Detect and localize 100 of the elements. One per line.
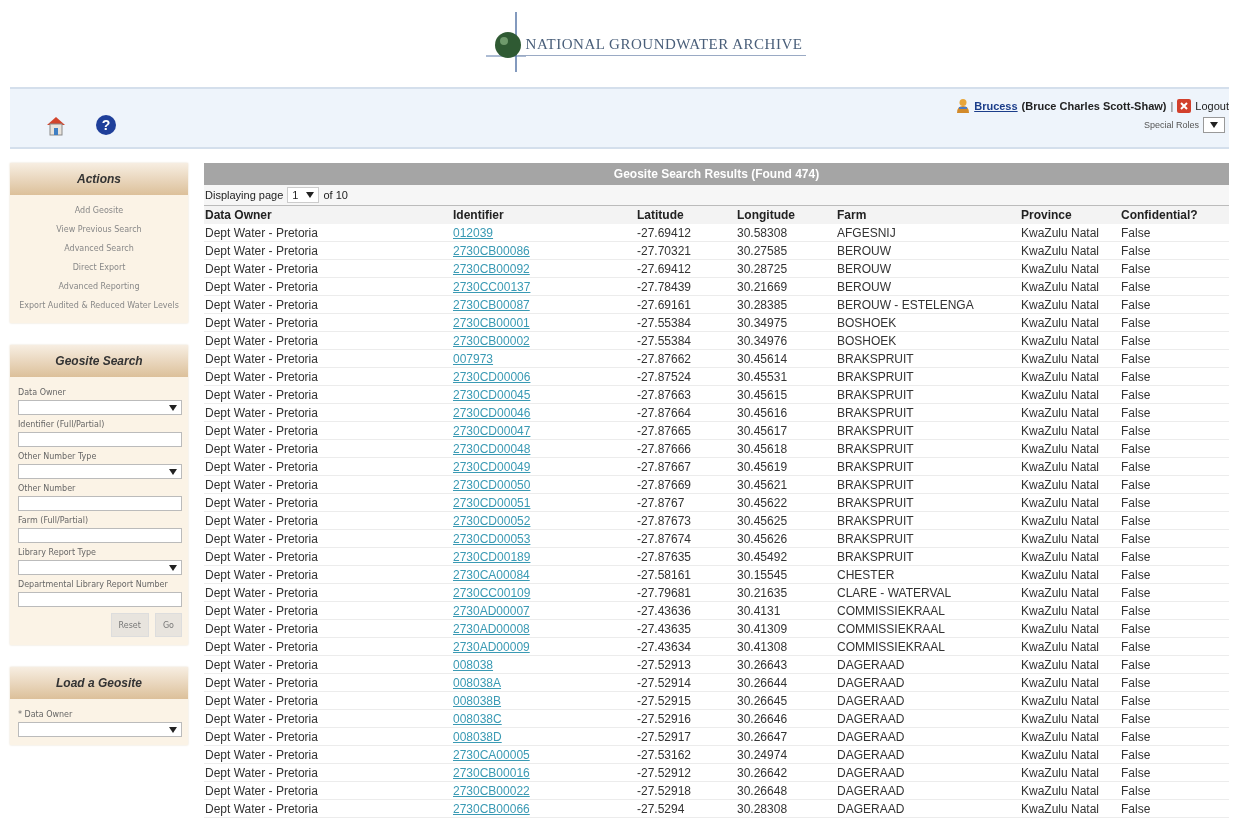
table-cell: 30.26645 bbox=[736, 691, 836, 710]
identifier-link[interactable]: 2730AD00007 bbox=[453, 603, 530, 618]
table-cell: -27.70321 bbox=[636, 241, 736, 260]
close-icon[interactable] bbox=[1177, 98, 1192, 113]
select-field[interactable] bbox=[18, 560, 182, 575]
table-cell: BRAKSPRUIT bbox=[836, 511, 1020, 530]
table-cell: KwaZulu Natal bbox=[1020, 709, 1120, 728]
table-cell: 30.45622 bbox=[736, 493, 836, 512]
identifier-link[interactable]: 2730CA00005 bbox=[453, 747, 530, 762]
identifier-link[interactable]: 2730CD00050 bbox=[453, 477, 531, 492]
sidebar-link[interactable]: Export Audited & Reduced Water Levels bbox=[19, 300, 179, 311]
identifier-link[interactable]: 2730CC00109 bbox=[453, 585, 531, 600]
table-cell: KwaZulu Natal bbox=[1020, 224, 1120, 242]
table-cell: 30.26646 bbox=[736, 709, 836, 728]
identifier-link[interactable]: 008038C bbox=[453, 711, 502, 726]
form-button[interactable]: Go bbox=[154, 613, 182, 637]
identifier-link[interactable]: 2730CD00052 bbox=[453, 513, 531, 528]
identifier-link[interactable]: 2730CB00001 bbox=[453, 315, 530, 330]
table-cell: Dept Water - Pretoria bbox=[204, 367, 452, 386]
identifier-link[interactable]: 2730CD00046 bbox=[453, 405, 531, 420]
user-full-name: (Bruce Charles Scott-Shaw) bbox=[1021, 99, 1167, 112]
table-cell: KwaZulu Natal bbox=[1020, 763, 1120, 782]
table-cell: 30.26648 bbox=[736, 781, 836, 800]
table-cell: 30.34975 bbox=[736, 313, 836, 332]
table-cell: BRAKSPRUIT bbox=[836, 493, 1020, 512]
form-button[interactable]: Reset bbox=[110, 613, 149, 637]
identifier-link[interactable]: 2730CB00022 bbox=[453, 783, 530, 798]
panel-title: Geosite Search bbox=[10, 345, 188, 377]
table-cell: -27.87524 bbox=[636, 367, 736, 386]
table-cell: False bbox=[1120, 601, 1229, 620]
identifier-link[interactable]: 2730AD00008 bbox=[453, 621, 530, 636]
identifier-link[interactable]: 2730AD00009 bbox=[453, 639, 530, 654]
table-cell: BOSHOEK bbox=[836, 313, 1020, 332]
sidebar-link[interactable]: Advanced Reporting bbox=[58, 281, 140, 292]
identifier-link[interactable]: 012039 bbox=[453, 225, 494, 240]
select-field[interactable] bbox=[18, 464, 182, 479]
table-cell: False bbox=[1120, 673, 1229, 692]
select-field[interactable] bbox=[18, 400, 182, 415]
table-cell: Dept Water - Pretoria bbox=[204, 529, 452, 548]
table-cell: False bbox=[1120, 745, 1229, 764]
identifier-link[interactable]: 2730CB00092 bbox=[453, 261, 530, 276]
identifier-link[interactable]: 2730CD00053 bbox=[453, 531, 531, 546]
input-field[interactable] bbox=[18, 496, 182, 511]
identifier-link[interactable]: 008038B bbox=[453, 693, 502, 708]
identifier-link[interactable]: 008038D bbox=[453, 729, 502, 744]
identifier-link[interactable]: 2730CD00189 bbox=[453, 549, 531, 564]
identifier-link[interactable]: 007973 bbox=[453, 351, 494, 366]
field-label: Library Report Type bbox=[18, 547, 97, 558]
identifier-link[interactable]: 2730CB00016 bbox=[453, 765, 530, 780]
table-cell: 30.45617 bbox=[736, 421, 836, 440]
identifier-link[interactable]: 2730CD00049 bbox=[453, 459, 531, 474]
sidebar-link[interactable]: View Previous Search bbox=[56, 224, 142, 235]
table-cell: KwaZulu Natal bbox=[1020, 493, 1120, 512]
table-cell: -27.52915 bbox=[636, 691, 736, 710]
identifier-link[interactable]: 2730CB00087 bbox=[453, 297, 530, 312]
sidebar-link[interactable]: Direct Export bbox=[72, 262, 126, 273]
sidebar-link[interactable]: Add Geosite bbox=[74, 205, 124, 216]
identifier-link[interactable]: 2730CB00066 bbox=[453, 801, 530, 816]
table-cell: BEROUW - ESTELENGA bbox=[836, 295, 1020, 314]
identifier-link[interactable]: 2730CD00047 bbox=[453, 423, 531, 438]
roles-select[interactable] bbox=[1203, 117, 1225, 133]
table-cell: BRAKSPRUIT bbox=[836, 547, 1020, 566]
identifier-link[interactable]: 2730CD00048 bbox=[453, 441, 531, 456]
table-cell: False bbox=[1120, 241, 1229, 260]
identifier-link[interactable]: 008038 bbox=[453, 657, 494, 672]
help-icon[interactable]: ? bbox=[96, 115, 116, 135]
user-link[interactable]: Brucess bbox=[974, 99, 1018, 112]
table-cell: COMMISSIEKRAAL bbox=[836, 601, 1020, 620]
table-cell: BRAKSPRUIT bbox=[836, 529, 1020, 548]
select-field[interactable] bbox=[18, 722, 182, 737]
page-select[interactable]: 1 bbox=[287, 187, 320, 203]
table-cell: DAGERAAD bbox=[836, 763, 1020, 782]
identifier-link[interactable]: 2730CB00002 bbox=[453, 333, 530, 348]
identifier-link[interactable]: 2730CD00051 bbox=[453, 495, 531, 510]
column-header: Province bbox=[1020, 206, 1120, 224]
identifier-link[interactable]: 2730CB00086 bbox=[453, 243, 530, 258]
table-cell: False bbox=[1120, 475, 1229, 494]
caret-icon bbox=[169, 404, 177, 411]
column-header: Farm bbox=[836, 206, 1020, 224]
table-cell: False bbox=[1120, 439, 1229, 458]
table-cell: 30.28725 bbox=[736, 259, 836, 278]
input-field[interactable] bbox=[18, 528, 182, 543]
table-cell: Dept Water - Pretoria bbox=[204, 601, 452, 620]
identifier-link[interactable]: 2730CA00084 bbox=[453, 567, 530, 582]
table-cell: -27.53162 bbox=[636, 745, 736, 764]
table-cell: Dept Water - Pretoria bbox=[204, 745, 452, 764]
identifier-link[interactable]: 008038A bbox=[453, 675, 502, 690]
input-field[interactable] bbox=[18, 592, 182, 607]
table-cell: BRAKSPRUIT bbox=[836, 421, 1020, 440]
table-cell: False bbox=[1120, 385, 1229, 404]
identifier-link[interactable]: 2730CC00137 bbox=[453, 279, 531, 294]
sidebar-link[interactable]: Advanced Search bbox=[64, 243, 134, 254]
identifier-link[interactable]: 2730CD00045 bbox=[453, 387, 531, 402]
table-cell: 30.41309 bbox=[736, 619, 836, 638]
table-cell: 30.27585 bbox=[736, 241, 836, 260]
logout-link[interactable]: Logout bbox=[1195, 99, 1229, 112]
input-field[interactable] bbox=[18, 432, 182, 447]
identifier-link[interactable]: 2730CD00006 bbox=[453, 369, 531, 384]
table-cell: KwaZulu Natal bbox=[1020, 457, 1120, 476]
table-cell: KwaZulu Natal bbox=[1020, 313, 1120, 332]
